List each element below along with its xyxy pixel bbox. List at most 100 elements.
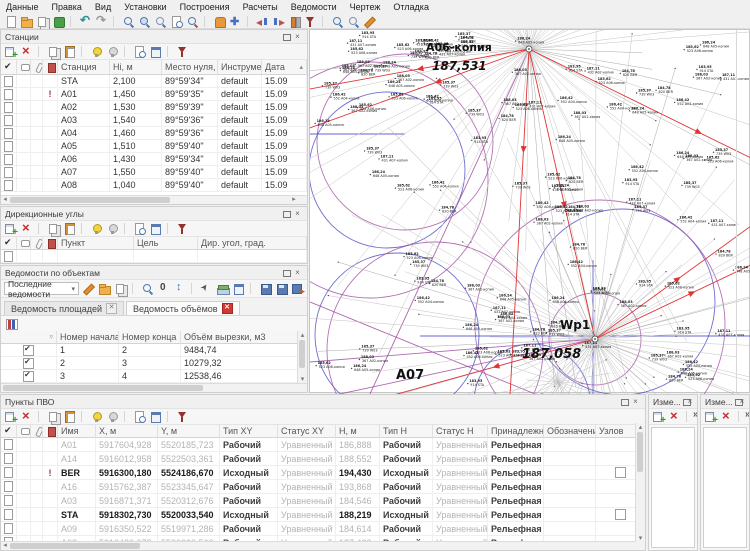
cell[interactable] bbox=[1, 452, 17, 466]
tab-1[interactable]: Ведомость объёмов✕ bbox=[126, 301, 240, 315]
cell[interactable] bbox=[544, 480, 596, 494]
settings-filter-icon[interactable] bbox=[176, 45, 189, 58]
cell[interactable]: 5523345,647 bbox=[158, 480, 220, 494]
cell[interactable] bbox=[1, 179, 17, 192]
cell[interactable]: A16 bbox=[58, 480, 96, 494]
points-vscrollbar[interactable]: ▴▾ bbox=[635, 423, 645, 542]
cell[interactable] bbox=[31, 166, 43, 179]
cell[interactable]: Исходный bbox=[220, 508, 278, 522]
view-forward-icon[interactable] bbox=[272, 15, 285, 28]
cell[interactable] bbox=[31, 452, 43, 466]
cell[interactable] bbox=[1, 522, 17, 536]
cell[interactable]: 5522503,361 bbox=[158, 452, 220, 466]
cell[interactable] bbox=[31, 250, 43, 263]
cell[interactable]: 89°59'36" bbox=[162, 127, 218, 140]
column-header[interactable] bbox=[17, 60, 31, 75]
column-header[interactable]: Объём вырезки, м3 bbox=[181, 331, 307, 344]
map-view[interactable]: 184,78820 BER187,11431 А07-копия183,9591… bbox=[309, 29, 750, 393]
cell[interactable]: 15.09 bbox=[262, 153, 307, 166]
settings-filter-icon[interactable] bbox=[176, 410, 189, 423]
show-all-icon[interactable] bbox=[90, 45, 103, 58]
column-header[interactable]: Инструмент bbox=[218, 60, 262, 75]
cell[interactable]: 89°59'40" bbox=[162, 166, 218, 179]
cell[interactable] bbox=[1, 114, 17, 127]
column-header[interactable] bbox=[43, 237, 58, 250]
menu-item-1[interactable]: Правка bbox=[52, 2, 82, 12]
column-header[interactable]: ▿ bbox=[1, 331, 57, 344]
cell[interactable] bbox=[43, 494, 58, 508]
column-header[interactable]: X, м bbox=[96, 425, 158, 438]
column-header[interactable]: Пункт bbox=[58, 237, 134, 250]
cell[interactable] bbox=[1, 480, 17, 494]
cell[interactable]: Рельефная bbox=[488, 494, 544, 508]
zoom-small-icon[interactable] bbox=[347, 15, 360, 28]
save-sheet-icon[interactable] bbox=[275, 282, 288, 295]
column-header[interactable]: H, м bbox=[336, 425, 380, 438]
recent-sheets-dropdown[interactable]: Последние ведомости ▾ bbox=[4, 282, 79, 295]
cell[interactable] bbox=[31, 466, 43, 480]
close-icon[interactable]: × bbox=[292, 209, 303, 219]
cell[interactable] bbox=[17, 166, 31, 179]
cell[interactable] bbox=[31, 179, 43, 192]
menu-item-2[interactable]: Вид bbox=[95, 2, 111, 12]
cell[interactable] bbox=[43, 508, 58, 522]
zoom-pan-icon[interactable] bbox=[122, 15, 135, 28]
column-header[interactable]: Принадлежность bbox=[488, 425, 544, 438]
cell[interactable]: 89°59'34" bbox=[162, 153, 218, 166]
cell[interactable] bbox=[43, 75, 58, 88]
cell[interactable]: 1,540 bbox=[110, 114, 162, 127]
cell[interactable] bbox=[1, 88, 17, 101]
empty-list[interactable] bbox=[651, 427, 695, 548]
cell[interactable]: A06 bbox=[58, 153, 110, 166]
delete-record-icon[interactable] bbox=[668, 410, 681, 423]
cell[interactable]: default bbox=[218, 101, 262, 114]
column-header[interactable]: Номер конца bbox=[119, 331, 181, 344]
cell[interactable]: 1,040 bbox=[110, 179, 162, 192]
cell[interactable]: Уравненный bbox=[433, 466, 488, 480]
cell[interactable]: Рельефная bbox=[488, 452, 544, 466]
paste-icon[interactable] bbox=[63, 410, 76, 423]
cell[interactable] bbox=[17, 508, 31, 522]
cell[interactable]: Рабочий bbox=[380, 438, 433, 452]
checkbox[interactable] bbox=[4, 251, 13, 262]
copy-icon[interactable] bbox=[47, 410, 60, 423]
cell[interactable] bbox=[544, 452, 596, 466]
cell[interactable]: 5519971,286 bbox=[158, 522, 220, 536]
add-record-icon[interactable] bbox=[4, 222, 17, 235]
preview-icon[interactable] bbox=[133, 410, 146, 423]
checkbox[interactable] bbox=[4, 467, 13, 478]
cell[interactable]: Рельефная bbox=[488, 438, 544, 452]
column-header[interactable] bbox=[1, 425, 17, 438]
add-record-icon[interactable] bbox=[4, 45, 17, 58]
cell[interactable]: 4 bbox=[119, 370, 181, 383]
cell[interactable]: 188,219 bbox=[336, 508, 380, 522]
cell[interactable]: A08 bbox=[58, 179, 110, 192]
cell[interactable]: A02 bbox=[58, 101, 110, 114]
volumes-vscrollbar[interactable]: ▴▾ bbox=[297, 331, 307, 383]
open-folder-icon[interactable] bbox=[20, 15, 33, 28]
export-sheet-icon[interactable] bbox=[291, 282, 304, 295]
cell[interactable]: A14 bbox=[58, 452, 96, 466]
menu-item-6[interactable]: Ведомости bbox=[291, 2, 337, 12]
checkbox[interactable] bbox=[23, 345, 34, 356]
column-header[interactable] bbox=[31, 60, 43, 75]
cell[interactable]: 15.09 bbox=[262, 114, 307, 127]
column-header[interactable]: Статус XY bbox=[278, 425, 336, 438]
fit-view-icon[interactable] bbox=[229, 15, 242, 28]
cell[interactable] bbox=[1, 494, 17, 508]
pick-cursor-icon[interactable] bbox=[200, 282, 213, 295]
cell[interactable]: 1,530 bbox=[110, 101, 162, 114]
preview-icon[interactable] bbox=[133, 45, 146, 58]
checkbox[interactable] bbox=[615, 509, 626, 520]
find-icon[interactable] bbox=[141, 282, 154, 295]
cell[interactable]: Уравненный bbox=[278, 452, 336, 466]
close-icon[interactable]: × bbox=[292, 32, 303, 42]
tab-0[interactable]: Ведомость площадей✕ bbox=[4, 301, 124, 315]
checkbox[interactable] bbox=[23, 358, 34, 369]
cell[interactable]: Рельефная bbox=[488, 466, 544, 480]
cell[interactable]: Исходный bbox=[380, 466, 433, 480]
sheet-editor-icon[interactable] bbox=[232, 282, 245, 295]
cell[interactable] bbox=[1, 75, 17, 88]
checkbox[interactable] bbox=[4, 439, 13, 450]
cell[interactable]: Рельефная bbox=[488, 522, 544, 536]
